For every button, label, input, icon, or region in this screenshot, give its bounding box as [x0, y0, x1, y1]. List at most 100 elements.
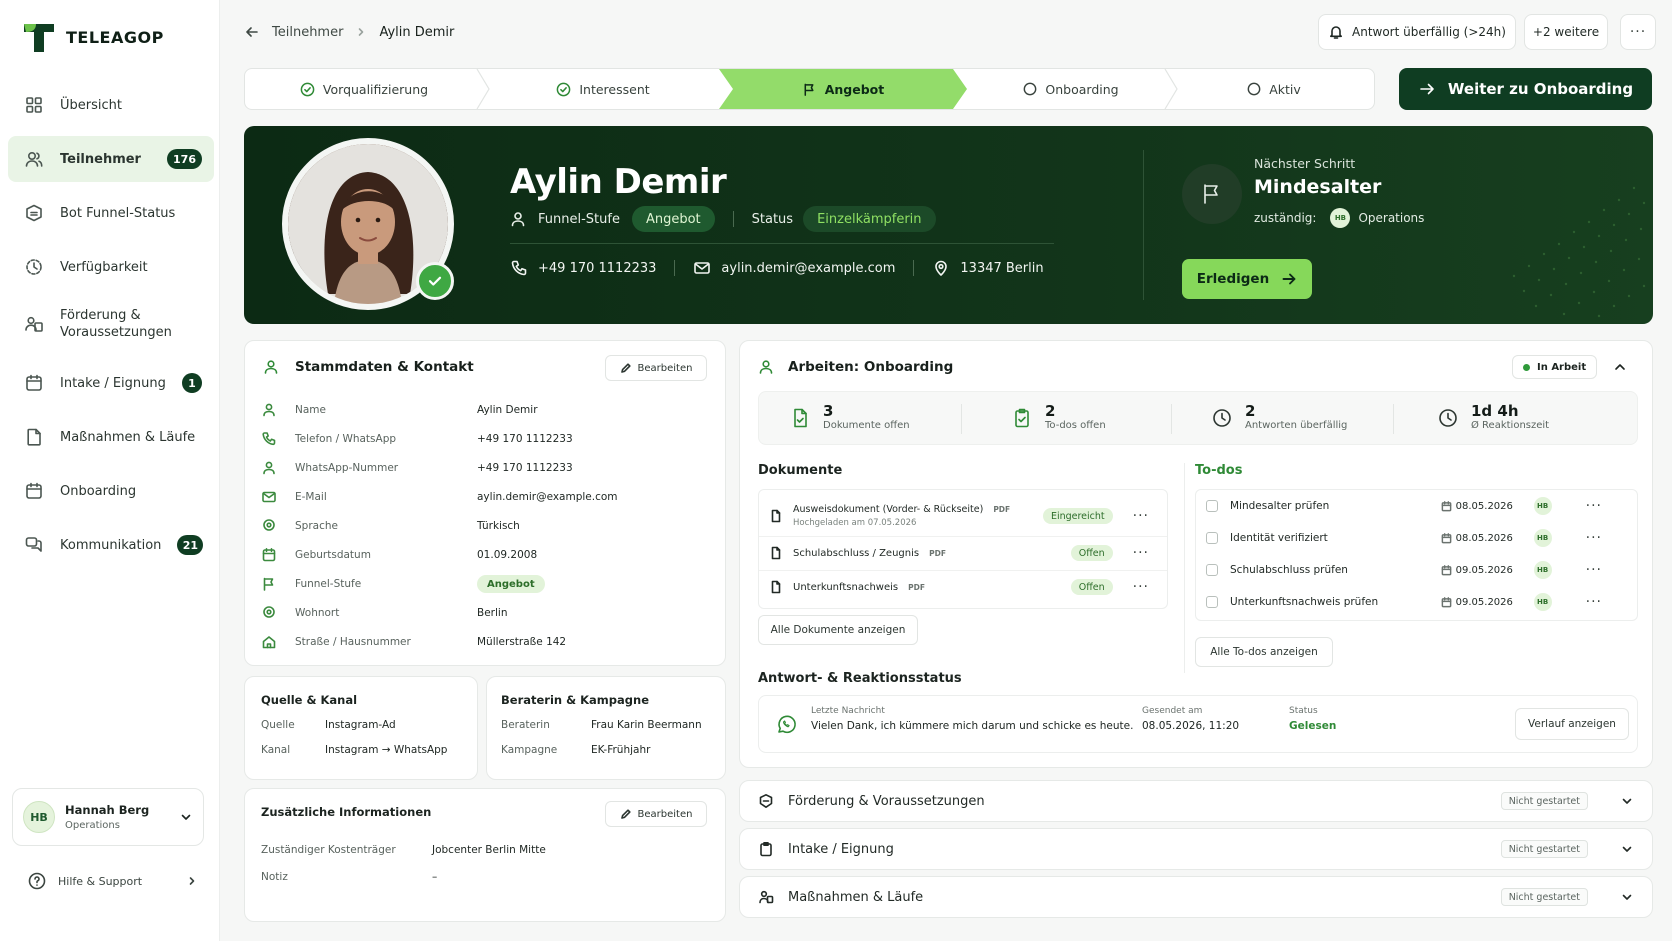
- ellipsis-icon[interactable]: ···: [1586, 498, 1602, 514]
- brand-name: TELEAGOP: [66, 27, 164, 47]
- todo-checkbox[interactable]: [1206, 500, 1218, 512]
- sidebar-item-kommunikation[interactable]: Kommunikation 21: [8, 522, 214, 568]
- ellipsis-icon[interactable]: ···: [1133, 545, 1149, 561]
- complete-step-button[interactable]: Erledigen: [1182, 259, 1312, 299]
- todos-title: To-dos: [1195, 463, 1243, 478]
- stat-label: Ø Reaktionszeit: [1471, 420, 1550, 431]
- sidebar-item-foerderung[interactable]: Förderung & Voraussetzungen: [8, 298, 214, 350]
- docs-list: Ausweisdokument (Vorder- & Rückseite) PDF…: [758, 489, 1168, 609]
- doc-row[interactable]: Ausweisdokument (Vorder- & Rückseite) PDF…: [759, 496, 1159, 536]
- ellipsis-icon[interactable]: ···: [1586, 594, 1602, 610]
- ellipsis-icon[interactable]: ···: [1586, 562, 1602, 578]
- doc-row[interactable]: Unterkunftsnachweis PDF Offen ···: [759, 570, 1159, 604]
- people-icon: [25, 316, 43, 332]
- sidebar-item-onboarding[interactable]: Onboarding: [8, 468, 214, 514]
- pin-icon: [263, 606, 275, 618]
- accordion-intake[interactable]: Intake / Eignung Nicht gestartet: [739, 828, 1653, 870]
- todo-item[interactable]: Unterkunftsnachweis prüfen 09.05.2026 HB…: [1196, 586, 1616, 618]
- step-interessent[interactable]: Interessent: [491, 69, 715, 109]
- todo-item[interactable]: Schulabschluss prüfen 09.05.2026 HB ···: [1196, 554, 1616, 586]
- field-label: Kampagne: [501, 744, 558, 756]
- document-icon: [771, 546, 781, 560]
- step-aktiv[interactable]: Aktiv: [1179, 69, 1369, 109]
- reply-status-value: Gelesen: [1289, 720, 1337, 732]
- phone-value[interactable]: +49 170 1112233: [538, 261, 656, 276]
- participant-name: Aylin Demir: [510, 162, 727, 202]
- todo-checkbox[interactable]: [1206, 596, 1218, 608]
- ellipsis-icon[interactable]: ···: [1133, 508, 1149, 524]
- email-value[interactable]: aylin.demir@example.com: [721, 261, 895, 276]
- check-circle-icon: [300, 82, 315, 96]
- step-label: Vorqualifizierung: [322, 81, 429, 97]
- doc-row[interactable]: Schulabschluss / Zeugnis PDF Offen ···: [759, 536, 1159, 570]
- funnel-tag: Angebot: [477, 575, 545, 593]
- step-label: Interessent: [579, 81, 650, 97]
- accordion-status: Nicht gestartet: [1500, 792, 1588, 810]
- funnel-pill: Angebot: [631, 206, 715, 232]
- done-label: Erledigen: [1196, 271, 1270, 287]
- clipboard-check-icon: [1015, 408, 1029, 428]
- status-label: In Arbeit: [1537, 361, 1587, 373]
- sidebar: TELEAGOP Übersicht Teilnehmer 176 Bot Fu…: [0, 0, 220, 941]
- flag-icon: [802, 82, 817, 97]
- people-icon: [759, 890, 774, 904]
- accordion-foerderung[interactable]: Förderung & Voraussetzungen Nicht gestar…: [739, 780, 1653, 822]
- arrow-left-icon[interactable]: [244, 24, 260, 40]
- more-alerts-button[interactable]: +2 weitere: [1524, 14, 1608, 50]
- ellipsis-icon[interactable]: ···: [1586, 530, 1602, 546]
- sidebar-item-uebersicht[interactable]: Übersicht: [8, 82, 214, 128]
- all-docs-button[interactable]: Alle Dokumente anzeigen: [758, 615, 918, 645]
- field-value: +49 170 1112233: [477, 433, 573, 445]
- step-vorqualifizierung[interactable]: Vorqualifizierung: [245, 69, 483, 109]
- stat-label: Antworten überfällig: [1245, 420, 1348, 431]
- todo-checkbox[interactable]: [1206, 564, 1218, 576]
- todo-checkbox[interactable]: [1206, 532, 1218, 544]
- todo-item[interactable]: Identität verifiziert 08.05.2026 HB ···: [1196, 522, 1616, 554]
- sidebar-item-teilnehmer[interactable]: Teilnehmer 176: [8, 136, 214, 182]
- edit-stammdaten-button[interactable]: Bearbeiten: [605, 355, 707, 381]
- history-button[interactable]: Verlauf anzeigen: [1515, 708, 1629, 740]
- field-telefon: Telefon / WhatsApp +49 170 1112233: [261, 425, 681, 453]
- overdue-alert-button[interactable]: Antwort überfällig (>24h): [1318, 14, 1516, 50]
- sidebar-item-verfuegbarkeit[interactable]: Verfügbarkeit: [8, 244, 214, 290]
- accordion-label: Intake / Eignung: [788, 841, 894, 857]
- location-pin-icon: [935, 260, 948, 276]
- help-support-link[interactable]: Hilfe & Support: [28, 872, 198, 890]
- doc-upload-date: Hochgeladen am 07.05.2026: [793, 518, 917, 528]
- user-menu[interactable]: HB Hannah Berg Operations: [12, 788, 204, 846]
- brand-logo[interactable]: TELEAGOP: [22, 20, 164, 54]
- verified-badge: [416, 262, 454, 300]
- accordion-massnahmen[interactable]: Maßnahmen & Läufe Nicht gestartet: [739, 876, 1653, 918]
- sidebar-item-massnahmen[interactable]: Maßnahmen & Läufe: [8, 414, 214, 460]
- last-message-text: Vielen Dank, ich kümmere mich darum und …: [811, 720, 1134, 732]
- reply-status-label: Status: [1289, 706, 1318, 716]
- todo-item[interactable]: Mindesalter prüfen 08.05.2026 HB ···: [1196, 490, 1616, 522]
- field-label: Telefon / WhatsApp: [295, 433, 397, 445]
- accordion-status: Nicht gestartet: [1500, 888, 1588, 906]
- stat-answers-overdue: 2 Antworten überfällig: [1211, 392, 1347, 444]
- step-angebot[interactable]: Angebot: [719, 69, 967, 109]
- circle-icon: [1024, 82, 1037, 96]
- check-icon: [428, 276, 442, 286]
- sidebar-item-intake[interactable]: Intake / Eignung 1: [8, 360, 214, 406]
- ellipsis-icon[interactable]: ···: [1133, 579, 1149, 595]
- field-label: Name: [295, 404, 326, 416]
- field-value: –: [432, 871, 438, 883]
- doc-name: Ausweisdokument (Vorder- & Rückseite): [793, 504, 984, 515]
- todo-date: 09.05.2026: [1455, 596, 1513, 608]
- continue-onboarding-button[interactable]: Weiter zu Onboarding: [1399, 68, 1652, 110]
- field-strasse: Straße / Hausnummer Müllerstraße 142: [261, 628, 681, 656]
- step-onboarding[interactable]: Onboarding: [967, 69, 1175, 109]
- sidebar-item-bot-funnel[interactable]: Bot Funnel-Status: [8, 190, 214, 236]
- more-options-button[interactable]: ···: [1620, 14, 1656, 50]
- todo-date: 08.05.2026: [1455, 532, 1513, 544]
- sent-label: Gesendet am: [1142, 706, 1203, 716]
- phone-icon: [262, 432, 276, 446]
- all-todos-button[interactable]: Alle To-dos anzeigen: [1195, 637, 1333, 667]
- stat-todos-open: 2 To-dos offen: [1011, 392, 1106, 444]
- chevron-up-icon[interactable]: [1612, 359, 1628, 375]
- breadcrumb-item[interactable]: Teilnehmer: [272, 25, 343, 40]
- flag-icon: [1204, 184, 1218, 204]
- edit-zusatz-button[interactable]: Bearbeiten: [605, 801, 707, 827]
- user-icon: [511, 212, 525, 227]
